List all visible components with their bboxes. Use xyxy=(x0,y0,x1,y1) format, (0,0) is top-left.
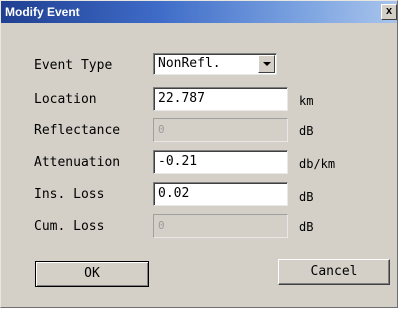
reflectance-input: 0 xyxy=(153,118,288,142)
location-unit: km xyxy=(299,94,314,108)
ins-loss-unit: dB xyxy=(299,190,314,204)
dialog-title: Modify Event xyxy=(5,5,80,19)
cancel-button[interactable]: Cancel xyxy=(278,259,390,285)
cum-loss-unit: dB xyxy=(299,220,314,234)
attenuation-input[interactable]: -0.21 xyxy=(153,150,288,174)
cum-loss-input: 0 xyxy=(153,214,288,238)
ins-loss-input[interactable]: 0.02 xyxy=(153,182,288,206)
reflectance-unit: dB xyxy=(299,124,314,138)
ins-loss-label: Ins. Loss xyxy=(34,187,105,202)
close-button[interactable]: x xyxy=(381,4,397,20)
attenuation-unit: db/km xyxy=(299,157,336,171)
reflectance-label: Reflectance xyxy=(34,123,121,138)
location-label: Location xyxy=(34,92,97,107)
attenuation-label: Attenuation xyxy=(34,155,121,170)
chevron-down-icon[interactable] xyxy=(258,55,275,73)
cum-loss-label: Cum. Loss xyxy=(34,219,105,234)
ok-button[interactable]: OK xyxy=(35,261,149,287)
event-type-label: Event Type xyxy=(34,58,113,73)
title-bar[interactable]: Modify Event x xyxy=(1,1,397,23)
event-type-value: NonRefl. xyxy=(158,56,221,71)
location-input[interactable]: 22.787 xyxy=(153,87,288,111)
event-type-select[interactable]: NonRefl. xyxy=(153,53,277,75)
modify-event-dialog: Modify Event x Event Type NonRefl. Locat… xyxy=(0,0,398,308)
